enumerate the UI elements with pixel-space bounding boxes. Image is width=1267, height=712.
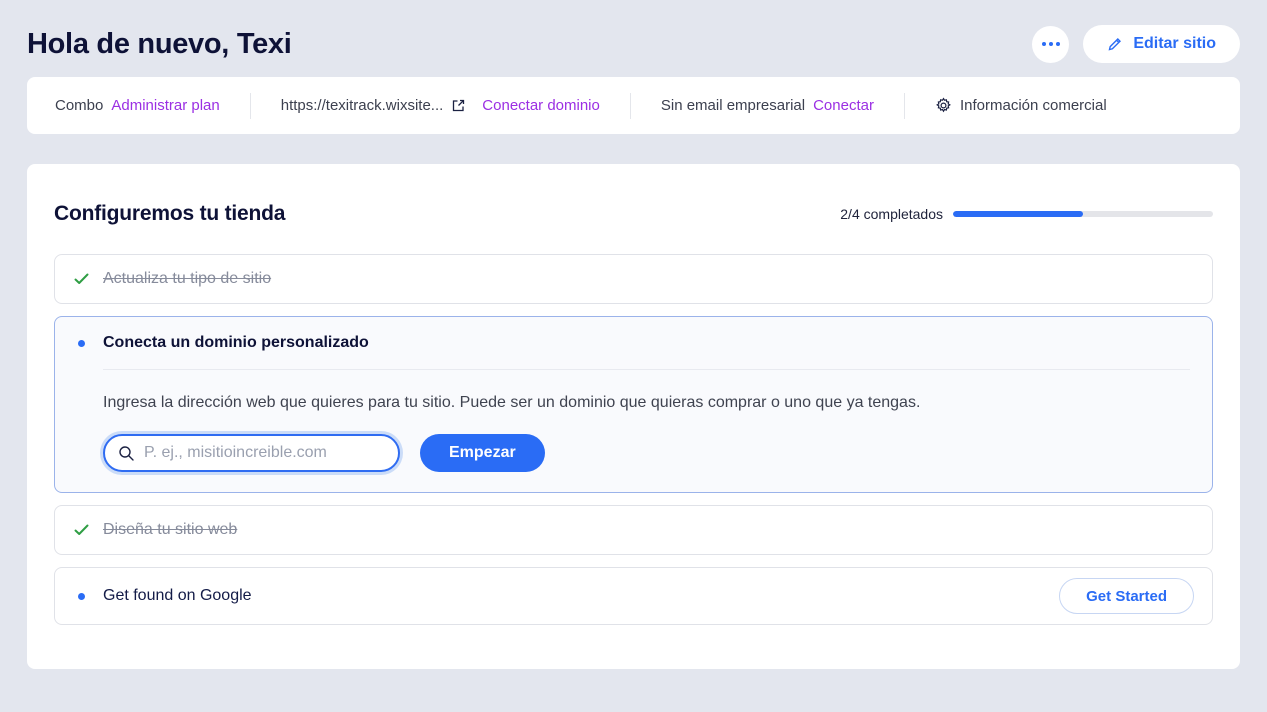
domain-search-field[interactable]: [103, 434, 400, 472]
pending-dot-icon: [73, 593, 89, 600]
page-header: Hola de nuevo, Texi Editar sitio: [27, 0, 1240, 66]
site-status-bar: Combo Administrar plan https://texitrack…: [27, 77, 1240, 134]
dashboard-page: Hola de nuevo, Texi Editar sitio Combo A…: [0, 0, 1267, 669]
task-design-site[interactable]: Diseña tu sitio web: [54, 505, 1213, 555]
pencil-icon: [1107, 36, 1123, 52]
task-label: Conecta un dominio personalizado: [103, 334, 369, 352]
task-get-found-google[interactable]: Get found on Google Get Started: [54, 567, 1213, 625]
business-info-link[interactable]: Información comercial: [935, 97, 1107, 114]
task-connect-domain-body: Ingresa la dirección web que quieres par…: [55, 370, 1212, 492]
task-label: Get found on Google: [103, 587, 252, 605]
site-url[interactable]: https://texitrack.wixsite...: [281, 97, 444, 114]
task-label: Diseña tu sitio web: [103, 521, 237, 539]
checkmark-icon: [73, 273, 89, 285]
ellipsis-icon: [1042, 42, 1046, 46]
divider: [250, 93, 251, 119]
connect-domain-link[interactable]: Conectar dominio: [482, 97, 600, 114]
task-update-site-type[interactable]: Actualiza tu tipo de sitio: [54, 254, 1213, 304]
external-link-icon[interactable]: [451, 98, 466, 113]
progress-bar-fill: [953, 211, 1083, 217]
domain-input[interactable]: [144, 444, 385, 462]
setup-progress: 2/4 completados: [840, 206, 1213, 222]
divider: [904, 93, 905, 119]
more-actions-button[interactable]: [1032, 26, 1069, 63]
domain-controls: Empezar: [103, 434, 1164, 472]
manage-plan-link[interactable]: Administrar plan: [111, 97, 219, 114]
header-actions: Editar sitio: [1032, 25, 1240, 63]
plan-segment: Combo Administrar plan: [55, 97, 220, 114]
pending-dot-icon: [73, 340, 89, 347]
edit-site-button[interactable]: Editar sitio: [1083, 25, 1240, 63]
setup-card-header: Configuremos tu tienda 2/4 completados: [54, 202, 1213, 226]
task-description: Ingresa la dirección web que quieres par…: [103, 394, 1164, 412]
get-started-button[interactable]: Get Started: [1059, 578, 1194, 614]
email-status-label: Sin email empresarial: [661, 97, 805, 114]
edit-site-label: Editar sitio: [1133, 35, 1216, 53]
domain-segment: https://texitrack.wixsite... Conectar do…: [281, 97, 600, 114]
progress-label: 2/4 completados: [840, 206, 943, 222]
task-label: Actualiza tu tipo de sitio: [103, 270, 271, 288]
checkmark-icon: [73, 524, 89, 536]
setup-title: Configuremos tu tienda: [54, 202, 285, 226]
progress-bar-track: [953, 211, 1213, 217]
plan-label: Combo: [55, 97, 103, 114]
business-info-label: Información comercial: [960, 97, 1107, 114]
task-connect-domain: Conecta un dominio personalizado Ingresa…: [54, 316, 1213, 493]
start-domain-button[interactable]: Empezar: [420, 434, 545, 472]
search-icon: [118, 445, 135, 462]
setup-checklist-card: Configuremos tu tienda 2/4 completados A…: [27, 164, 1240, 669]
page-title: Hola de nuevo, Texi: [27, 28, 292, 61]
connect-email-link[interactable]: Conectar: [813, 97, 874, 114]
divider: [630, 93, 631, 119]
email-segment: Sin email empresarial Conectar: [661, 97, 874, 114]
gear-icon: [935, 97, 952, 114]
task-connect-domain-header[interactable]: Conecta un dominio personalizado: [55, 317, 1212, 369]
